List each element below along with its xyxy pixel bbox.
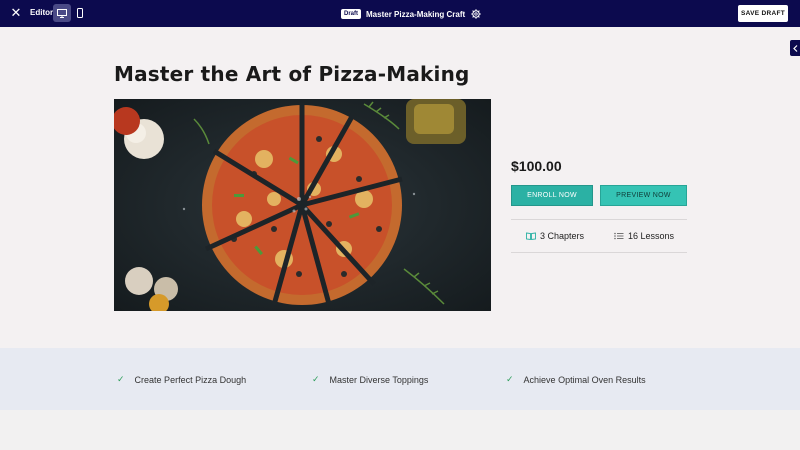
close-icon[interactable]: ✕ [9, 6, 23, 20]
feature-label: Achieve Optimal Oven Results [523, 374, 646, 385]
editor-label: Editor [30, 8, 54, 17]
gear-icon[interactable] [471, 9, 481, 19]
check-icon: ✓ [117, 374, 125, 384]
feature-label: Create Perfect Pizza Dough [134, 374, 247, 385]
chevron-left-icon [792, 44, 797, 52]
pizza-image [114, 99, 491, 311]
chapters-count: 3 Chapters [526, 231, 584, 241]
course-price: $100.00 [511, 158, 562, 174]
book-icon [526, 232, 536, 240]
lessons-label: 16 Lessons [628, 231, 675, 241]
feature-item: ✓ Master Diverse Toppings [312, 374, 428, 385]
lessons-count: 16 Lessons [614, 231, 674, 241]
save-draft-button[interactable]: SAVE DRAFT [738, 5, 788, 22]
divider [511, 219, 687, 220]
desktop-view-button[interactable] [53, 4, 71, 22]
draft-badge: Draft [341, 9, 362, 19]
divider [511, 252, 687, 253]
feature-item: ✓ Create Perfect Pizza Dough [117, 374, 246, 385]
enroll-now-button[interactable]: ENROLL NOW [511, 185, 593, 206]
check-icon: ✓ [312, 374, 320, 384]
mobile-icon [77, 8, 83, 18]
side-panel-toggle[interactable] [790, 40, 800, 56]
top-bar: ✕ Editor Draft Master Pizza-Making Craft… [0, 0, 800, 27]
mobile-view-button[interactable] [73, 4, 87, 22]
preview-now-button[interactable]: PREVIEW NOW [600, 185, 687, 206]
desktop-icon [57, 8, 67, 18]
feature-label: Master Diverse Toppings [329, 374, 429, 385]
page-title: Master the Art of Pizza-Making [114, 62, 470, 86]
chapters-label: 3 Chapters [540, 231, 585, 241]
course-title-area: Draft Master Pizza-Making Craft [341, 7, 481, 21]
page-bottom [0, 410, 800, 450]
list-icon [614, 232, 624, 240]
check-icon: ✓ [506, 374, 514, 384]
course-title: Master Pizza-Making Craft [366, 9, 466, 19]
feature-item: ✓ Achieve Optimal Oven Results [506, 374, 646, 385]
